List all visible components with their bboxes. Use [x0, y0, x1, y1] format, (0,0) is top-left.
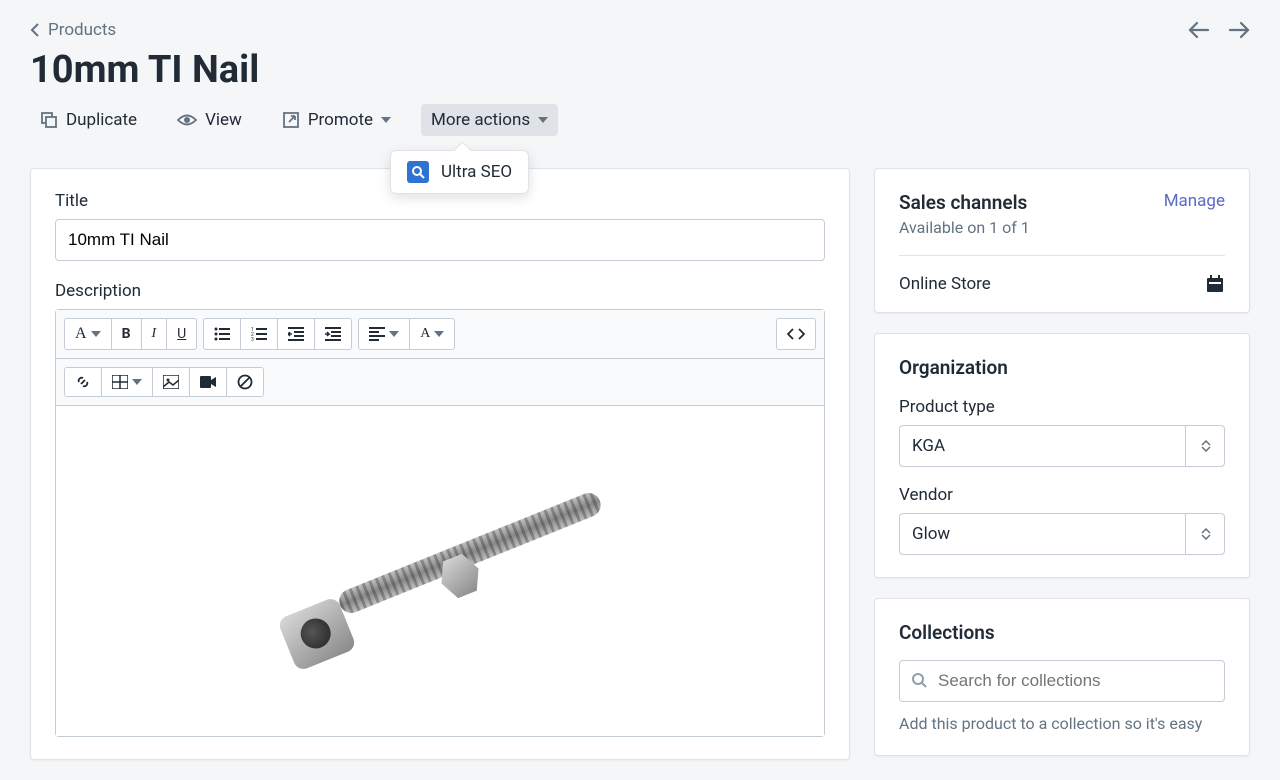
editor-toolbar: A B I U 123 A: [56, 310, 824, 359]
select-arrows-icon: [1185, 513, 1225, 555]
view-button[interactable]: View: [167, 104, 252, 136]
numbered-list-icon: 123: [251, 327, 267, 341]
product-type-label: Product type: [899, 397, 1225, 417]
breadcrumb[interactable]: Products: [30, 20, 116, 40]
vendor-label: Vendor: [899, 485, 1225, 505]
popover-item-ultra-seo[interactable]: Ultra SEO: [441, 162, 512, 182]
arrow-right-icon: [1228, 21, 1250, 39]
caret-down-icon: [91, 331, 101, 337]
select-arrows-icon: [1185, 425, 1225, 467]
caret-down-icon: [132, 379, 142, 385]
channel-name: Online Store: [899, 274, 991, 294]
text-color-button[interactable]: A: [410, 319, 454, 349]
code-icon: [787, 328, 805, 340]
collections-search-input[interactable]: [899, 660, 1225, 702]
sales-channels-sub: Available on 1 of 1: [899, 218, 1030, 237]
search-icon: [911, 672, 927, 688]
promote-label: Promote: [308, 110, 373, 130]
more-actions-label: More actions: [431, 110, 530, 130]
caret-down-icon: [381, 117, 391, 123]
breadcrumb-label: Products: [48, 20, 116, 40]
clear-icon: [237, 374, 253, 390]
table-icon: [112, 375, 128, 389]
promote-icon: [282, 111, 300, 129]
video-icon: [200, 376, 216, 388]
caret-down-icon: [538, 117, 548, 123]
outdent-button[interactable]: [278, 319, 315, 349]
align-icon: [369, 327, 385, 341]
indent-icon: [325, 327, 341, 341]
more-actions-popover: Ultra SEO: [390, 150, 529, 194]
duplicate-icon: [40, 111, 58, 129]
sales-channels-card: Sales channels Available on 1 of 1 Manag…: [874, 168, 1250, 313]
caret-down-icon: [389, 331, 399, 337]
video-button[interactable]: [190, 368, 227, 396]
promote-button[interactable]: Promote: [272, 104, 401, 136]
title-input[interactable]: [55, 219, 825, 261]
product-image: [190, 421, 690, 721]
chevron-left-icon: [30, 22, 40, 38]
organization-heading: Organization: [899, 356, 1225, 379]
font-style-button[interactable]: A: [65, 319, 112, 349]
next-product-button[interactable]: [1228, 21, 1250, 39]
collections-heading: Collections: [899, 621, 1225, 644]
more-actions-button[interactable]: More actions: [421, 104, 558, 136]
prev-product-button[interactable]: [1188, 21, 1210, 39]
description-label: Description: [55, 281, 825, 301]
indent-button[interactable]: [315, 319, 351, 349]
html-button[interactable]: [777, 319, 815, 349]
bullet-list-button[interactable]: [204, 319, 241, 349]
underline-button[interactable]: U: [167, 319, 196, 349]
editor-toolbar-row2: [56, 359, 824, 406]
bold-button[interactable]: B: [112, 319, 142, 349]
calendar-icon[interactable]: [1205, 274, 1225, 294]
numbered-list-button[interactable]: 123: [241, 319, 278, 349]
link-button[interactable]: [65, 368, 102, 396]
bullet-list-icon: [214, 327, 230, 341]
table-button[interactable]: [102, 368, 153, 396]
arrow-left-icon: [1188, 21, 1210, 39]
svg-text:3: 3: [251, 337, 254, 341]
sales-channels-heading: Sales channels: [899, 191, 1030, 214]
collections-helper: Add this product to a collection so it's…: [899, 714, 1225, 733]
align-button[interactable]: [359, 319, 410, 349]
product-type-select[interactable]: KGA: [899, 425, 1225, 467]
manage-link[interactable]: Manage: [1164, 191, 1225, 211]
collections-card: Collections Add this product to a collec…: [874, 598, 1250, 756]
view-label: View: [205, 110, 242, 130]
caret-down-icon: [434, 331, 444, 337]
image-icon: [163, 375, 179, 389]
editor-content[interactable]: [56, 406, 824, 736]
title-label: Title: [55, 191, 825, 211]
link-icon: [75, 374, 91, 390]
organization-card: Organization Product type KGA Vendor Glo…: [874, 333, 1250, 578]
clear-format-button[interactable]: [227, 368, 263, 396]
product-info-card: Title Description A B I U 12: [30, 168, 850, 760]
eye-icon: [177, 113, 197, 127]
page-title: 10mm TI Nail: [30, 48, 1250, 92]
duplicate-label: Duplicate: [66, 110, 137, 130]
image-button[interactable]: [153, 368, 190, 396]
description-editor: A B I U 123 A: [55, 309, 825, 737]
duplicate-button[interactable]: Duplicate: [30, 104, 147, 136]
ultra-seo-icon: [407, 161, 429, 183]
italic-button[interactable]: I: [142, 319, 168, 349]
vendor-select[interactable]: Glow: [899, 513, 1225, 555]
outdent-icon: [288, 327, 304, 341]
